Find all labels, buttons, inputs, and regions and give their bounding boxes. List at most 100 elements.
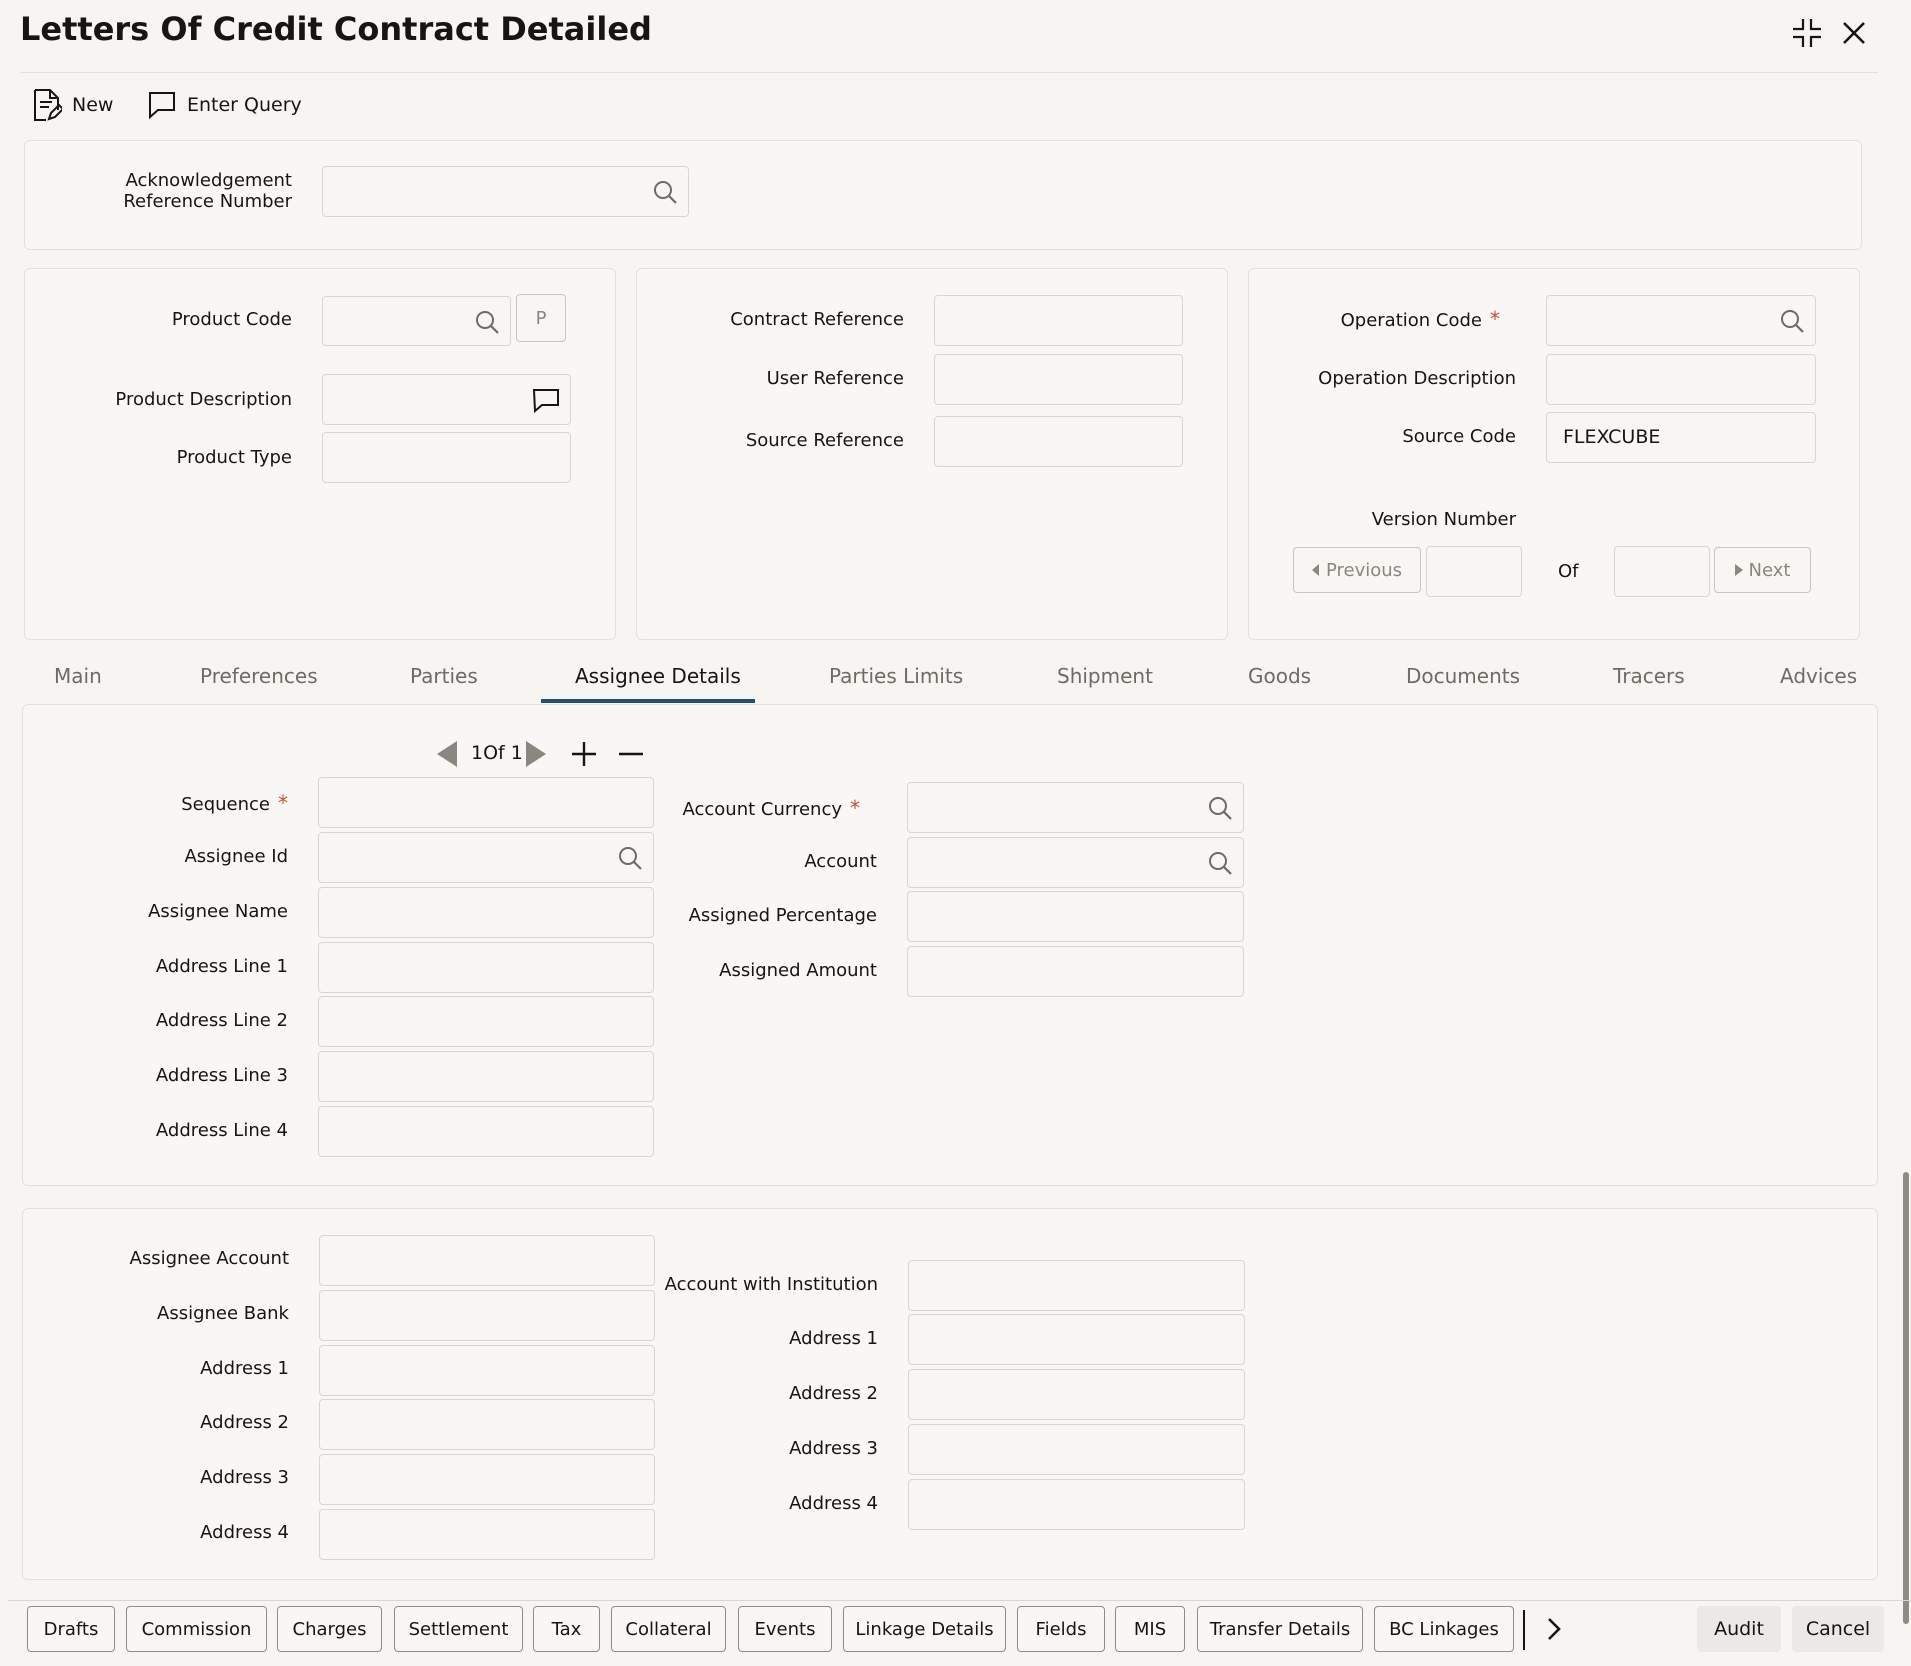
- product-p-button[interactable]: P: [516, 294, 566, 342]
- assignee-name-input[interactable]: [318, 887, 654, 938]
- user-reference-input[interactable]: [934, 354, 1183, 405]
- transfer-details-button[interactable]: Transfer Details: [1197, 1606, 1363, 1652]
- address-line-1-input[interactable]: [318, 942, 654, 993]
- awi-address-1-label: Address 1: [789, 1328, 878, 1349]
- address-line-3-input[interactable]: [318, 1051, 654, 1102]
- linkage-details-button[interactable]: Linkage Details: [843, 1606, 1006, 1652]
- tax-button[interactable]: Tax: [533, 1606, 600, 1652]
- tab-main[interactable]: Main: [54, 664, 102, 688]
- tab-advices[interactable]: Advices: [1780, 664, 1857, 688]
- ack-ref-input[interactable]: [322, 166, 689, 217]
- awi-address-2-input[interactable]: [908, 1369, 1245, 1420]
- account-currency-input[interactable]: [907, 782, 1244, 833]
- contract-reference-label: Contract Reference: [730, 309, 904, 330]
- awi-address-3-label: Address 3: [789, 1438, 878, 1459]
- events-button[interactable]: Events: [738, 1606, 832, 1652]
- charges-button[interactable]: Charges: [277, 1606, 382, 1652]
- product-type-input[interactable]: [322, 432, 571, 483]
- source-reference-input[interactable]: [934, 416, 1183, 467]
- search-icon[interactable]: [1207, 795, 1233, 821]
- drafts-button[interactable]: Drafts: [27, 1606, 115, 1652]
- assigned-amount-input[interactable]: [907, 946, 1244, 997]
- previous-button[interactable]: Previous: [1293, 547, 1421, 593]
- operation-code-input[interactable]: [1546, 295, 1816, 346]
- prev-record-icon[interactable]: [435, 739, 459, 769]
- tab-shipment[interactable]: Shipment: [1057, 664, 1153, 688]
- assignee-id-input[interactable]: [318, 832, 654, 883]
- cancel-button[interactable]: Cancel: [1792, 1606, 1884, 1652]
- sequence-input[interactable]: [318, 777, 654, 828]
- assignee-account-input[interactable]: [319, 1235, 655, 1286]
- version-current-input[interactable]: [1426, 546, 1522, 597]
- product-code-input[interactable]: [322, 296, 511, 346]
- product-description-input[interactable]: [322, 374, 571, 425]
- contract-reference-input[interactable]: [934, 295, 1183, 346]
- account-input[interactable]: [907, 837, 1244, 888]
- assigned-percentage-input[interactable]: [907, 891, 1244, 942]
- search-icon[interactable]: [1779, 308, 1805, 334]
- mis-button[interactable]: MIS: [1115, 1606, 1185, 1652]
- address-line-4-input[interactable]: [318, 1106, 654, 1157]
- bank-address-3-input[interactable]: [319, 1454, 655, 1505]
- bank-address-4-input[interactable]: [319, 1509, 655, 1560]
- sequence-label-text: Sequence: [181, 794, 270, 815]
- tab-parties-limits[interactable]: Parties Limits: [829, 664, 963, 688]
- button-separator: [1523, 1610, 1525, 1650]
- account-with-institution-label: Account with Institution: [664, 1274, 878, 1295]
- search-icon[interactable]: [617, 845, 643, 871]
- tab-goods[interactable]: Goods: [1248, 664, 1311, 688]
- address-line-2-label: Address Line 2: [155, 1010, 288, 1031]
- awi-address-4-input[interactable]: [908, 1479, 1245, 1530]
- account-with-institution-input[interactable]: [908, 1260, 1245, 1311]
- bank-address-4-label: Address 4: [200, 1522, 289, 1543]
- comment-icon[interactable]: [532, 387, 560, 413]
- next-button[interactable]: Next: [1714, 547, 1811, 593]
- vertical-scrollbar[interactable]: [1903, 1172, 1909, 1624]
- fields-button[interactable]: Fields: [1017, 1606, 1105, 1652]
- tab-preferences[interactable]: Preferences: [200, 664, 318, 688]
- close-icon[interactable]: [1841, 20, 1867, 46]
- tab-parties[interactable]: Parties: [410, 664, 478, 688]
- product-description-label: Product Description: [115, 389, 292, 410]
- search-icon[interactable]: [474, 309, 500, 335]
- tab-tracers[interactable]: Tracers: [1613, 664, 1685, 688]
- version-total-input[interactable]: [1614, 546, 1710, 597]
- add-record-icon[interactable]: [570, 740, 598, 768]
- tab-assignee-details[interactable]: Assignee Details: [575, 664, 741, 688]
- settlement-button[interactable]: Settlement: [394, 1606, 523, 1652]
- minimize-icon[interactable]: [1791, 17, 1823, 49]
- enter-query-label: Enter Query: [187, 94, 302, 116]
- address-line-2-input[interactable]: [318, 996, 654, 1047]
- awi-address-3-input[interactable]: [908, 1424, 1245, 1475]
- new-button[interactable]: New: [32, 88, 113, 122]
- search-icon[interactable]: [1207, 850, 1233, 876]
- version-number-label: Version Number: [1371, 509, 1516, 530]
- assignee-name-label: Assignee Name: [148, 901, 288, 922]
- chevron-right-icon[interactable]: [1542, 1616, 1566, 1642]
- assigned-percentage-label: Assigned Percentage: [688, 905, 877, 926]
- required-mark: *: [1490, 307, 1500, 331]
- of-label: Of: [1558, 561, 1579, 582]
- audit-button[interactable]: Audit: [1697, 1606, 1781, 1652]
- awi-address-2-label: Address 2: [789, 1383, 878, 1404]
- remove-record-icon[interactable]: [617, 740, 645, 768]
- assigned-amount-label: Assigned Amount: [719, 960, 877, 981]
- header-divider: [20, 72, 1878, 73]
- operation-description-input[interactable]: [1546, 354, 1816, 405]
- commission-button[interactable]: Commission: [126, 1606, 267, 1652]
- assignee-id-label: Assignee Id: [184, 846, 288, 867]
- bank-address-1-input[interactable]: [319, 1345, 655, 1396]
- collateral-button[interactable]: Collateral: [611, 1606, 726, 1652]
- tab-documents[interactable]: Documents: [1406, 664, 1520, 688]
- ack-ref-label: Acknowledgement Reference Number: [60, 170, 292, 212]
- bank-address-2-input[interactable]: [319, 1399, 655, 1450]
- bc-linkages-button[interactable]: BC Linkages: [1374, 1606, 1514, 1652]
- source-code-input[interactable]: FLEXCUBE: [1546, 412, 1816, 463]
- next-record-icon[interactable]: [524, 739, 548, 769]
- assignee-bank-input[interactable]: [319, 1290, 655, 1341]
- next-label: Next: [1748, 559, 1791, 581]
- user-reference-label: User Reference: [766, 368, 904, 389]
- enter-query-button[interactable]: Enter Query: [147, 90, 302, 120]
- search-icon[interactable]: [652, 179, 678, 205]
- awi-address-1-input[interactable]: [908, 1314, 1245, 1365]
